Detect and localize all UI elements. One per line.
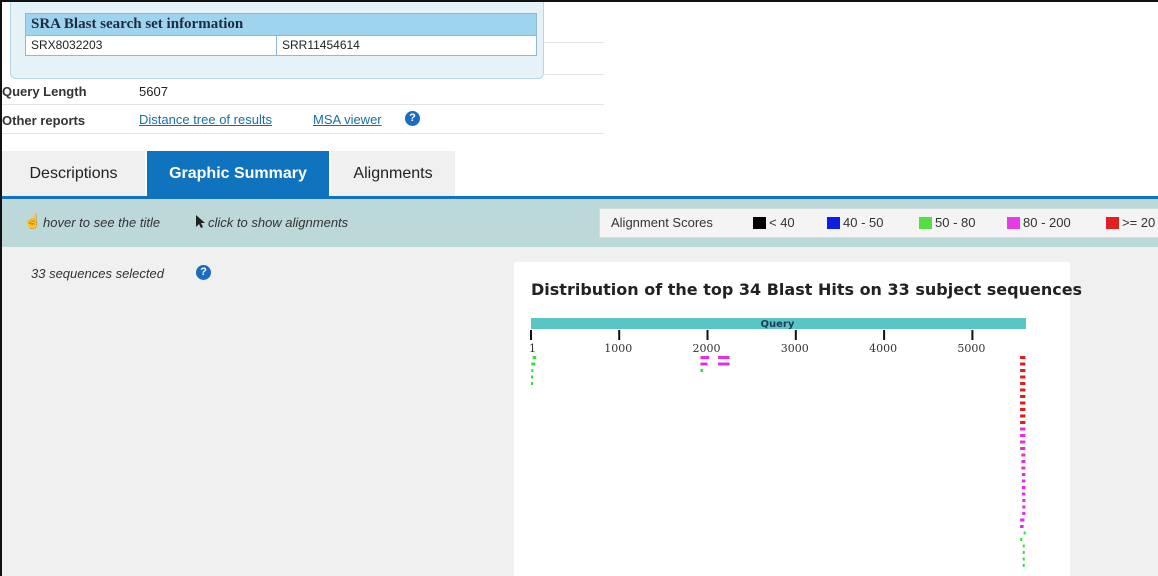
axis-tick [971,330,974,340]
sra-info-table: SRA Blast search set information SRX8032… [25,13,537,56]
axis-tick [618,330,621,340]
hit-bar [1020,388,1026,392]
hit-bar [1020,395,1026,398]
hit-bar [1022,512,1026,515]
tab-alignments[interactable]: Alignments [331,151,455,196]
hit-bar [531,375,533,379]
hit-bar [1021,460,1026,463]
legend-swatch-50-80 [919,217,932,229]
hit-bar [1020,440,1026,444]
graphic-title: Distribution of the top 34 Blast Hits on… [531,280,1083,299]
hit-bar [700,362,708,366]
hit-bar [1020,434,1026,437]
sra-info-row: SRX8032203 SRR11454614 [26,35,536,55]
legend-swatch-80-200 [1007,217,1020,229]
axis-tick [883,330,886,340]
sra-run-id: SRR11454614 [282,38,360,52]
hit-bar [1020,401,1026,405]
hit-bar [1020,525,1024,528]
hit-bar [1021,492,1026,496]
axis-tick [706,330,709,340]
hit-bar [700,369,704,372]
axis-tick-label: 2000 [693,342,721,355]
divider [542,74,604,75]
query-length-label: Query Length [2,84,87,99]
hit-bar [1021,486,1026,489]
query-length-value: 5607 [139,84,168,99]
hit-bar [531,382,533,385]
hand-pointer-icon: ☝ [24,213,42,229]
hit-bar [1023,531,1026,535]
legend-label-ge200: >= 20 [1122,215,1156,230]
legend-swatch-lt40 [753,217,766,229]
axis-tick [794,330,797,340]
hit-bar [1021,473,1026,476]
hit-bar [1020,382,1026,385]
cursor-arrow-icon [196,215,205,228]
hit-bar [718,356,730,359]
help-icon[interactable]: ? [405,111,420,126]
hover-hint: hover to see the title [43,215,161,230]
divider [2,104,604,105]
hit-bar [1020,408,1026,411]
graphic-toolbar: ☝ hover to see the title click to show a… [2,199,1158,247]
hit-bar [1022,499,1026,502]
blast-hits-graphic: Query 1 1000 2000 3000 4000 5000 [529,318,1026,567]
legend-label-80-200: 80 - 200 [1023,215,1071,230]
hit-bar [531,362,536,366]
tab-descriptions[interactable]: Descriptions [2,151,145,196]
legend-swatch-ge200 [1106,217,1119,229]
alignment-score-legend: Alignment Scores < 40 40 - 50 50 - 80 80… [599,208,1158,238]
hit-bar [1022,557,1025,561]
hit-bar [1020,414,1026,418]
legend-label-40-50: 40 - 50 [843,215,884,230]
hit-bar [1020,369,1026,372]
help-icon[interactable]: ? [196,265,211,280]
divider [2,133,604,134]
hit-bar [1020,538,1023,541]
legend-title: Alignment Scores [611,215,713,230]
axis-tick [530,330,532,340]
hit-bar [1020,362,1026,366]
hit-bar [1020,427,1026,431]
query-label: Query [761,319,795,330]
hit-bar [1020,356,1026,359]
sra-experiment-id: SRX8032203 [26,36,277,55]
msa-viewer-link[interactable]: MSA viewer [313,112,382,127]
hit-bar [1022,564,1025,567]
other-reports-label: Other reports [2,113,86,128]
axis-tick-label: 4000 [869,342,897,355]
axis-tick-label: 3000 [781,342,809,355]
divider [542,42,604,43]
hit-bar [531,369,534,372]
hit-bar [700,356,710,359]
hit-bar [1021,466,1026,470]
sra-info-box: SRA Blast search set information SRX8032… [10,2,544,79]
hit-bar [718,362,730,366]
hit-bar [1021,453,1026,457]
axis-tick-label: 1 [529,342,536,355]
legend-label-lt40: < 40 [769,215,795,230]
legend-label-50-80: 50 - 80 [935,215,976,230]
axis-tick-label: 5000 [957,342,985,355]
axis-tick-label: 1000 [604,342,632,355]
hit-bar [532,356,537,359]
hit-bar [1020,518,1025,522]
sra-info-title: SRA Blast search set information [26,14,536,35]
hit-bar [1022,551,1025,554]
hit-bar [1021,479,1026,483]
legend-swatch-40-50 [827,217,840,229]
distance-tree-link[interactable]: Distance tree of results [139,112,272,127]
sequences-selected-text: 33 sequences selected [31,266,164,281]
hit-bar [1022,544,1025,548]
hit-bar [1020,447,1026,450]
hit-bar [1022,505,1026,509]
tab-graphic-summary[interactable]: Graphic Summary [147,151,329,196]
click-hint: click to show alignments [208,215,349,230]
hit-bar [1020,375,1026,379]
hit-bar [1020,421,1026,424]
